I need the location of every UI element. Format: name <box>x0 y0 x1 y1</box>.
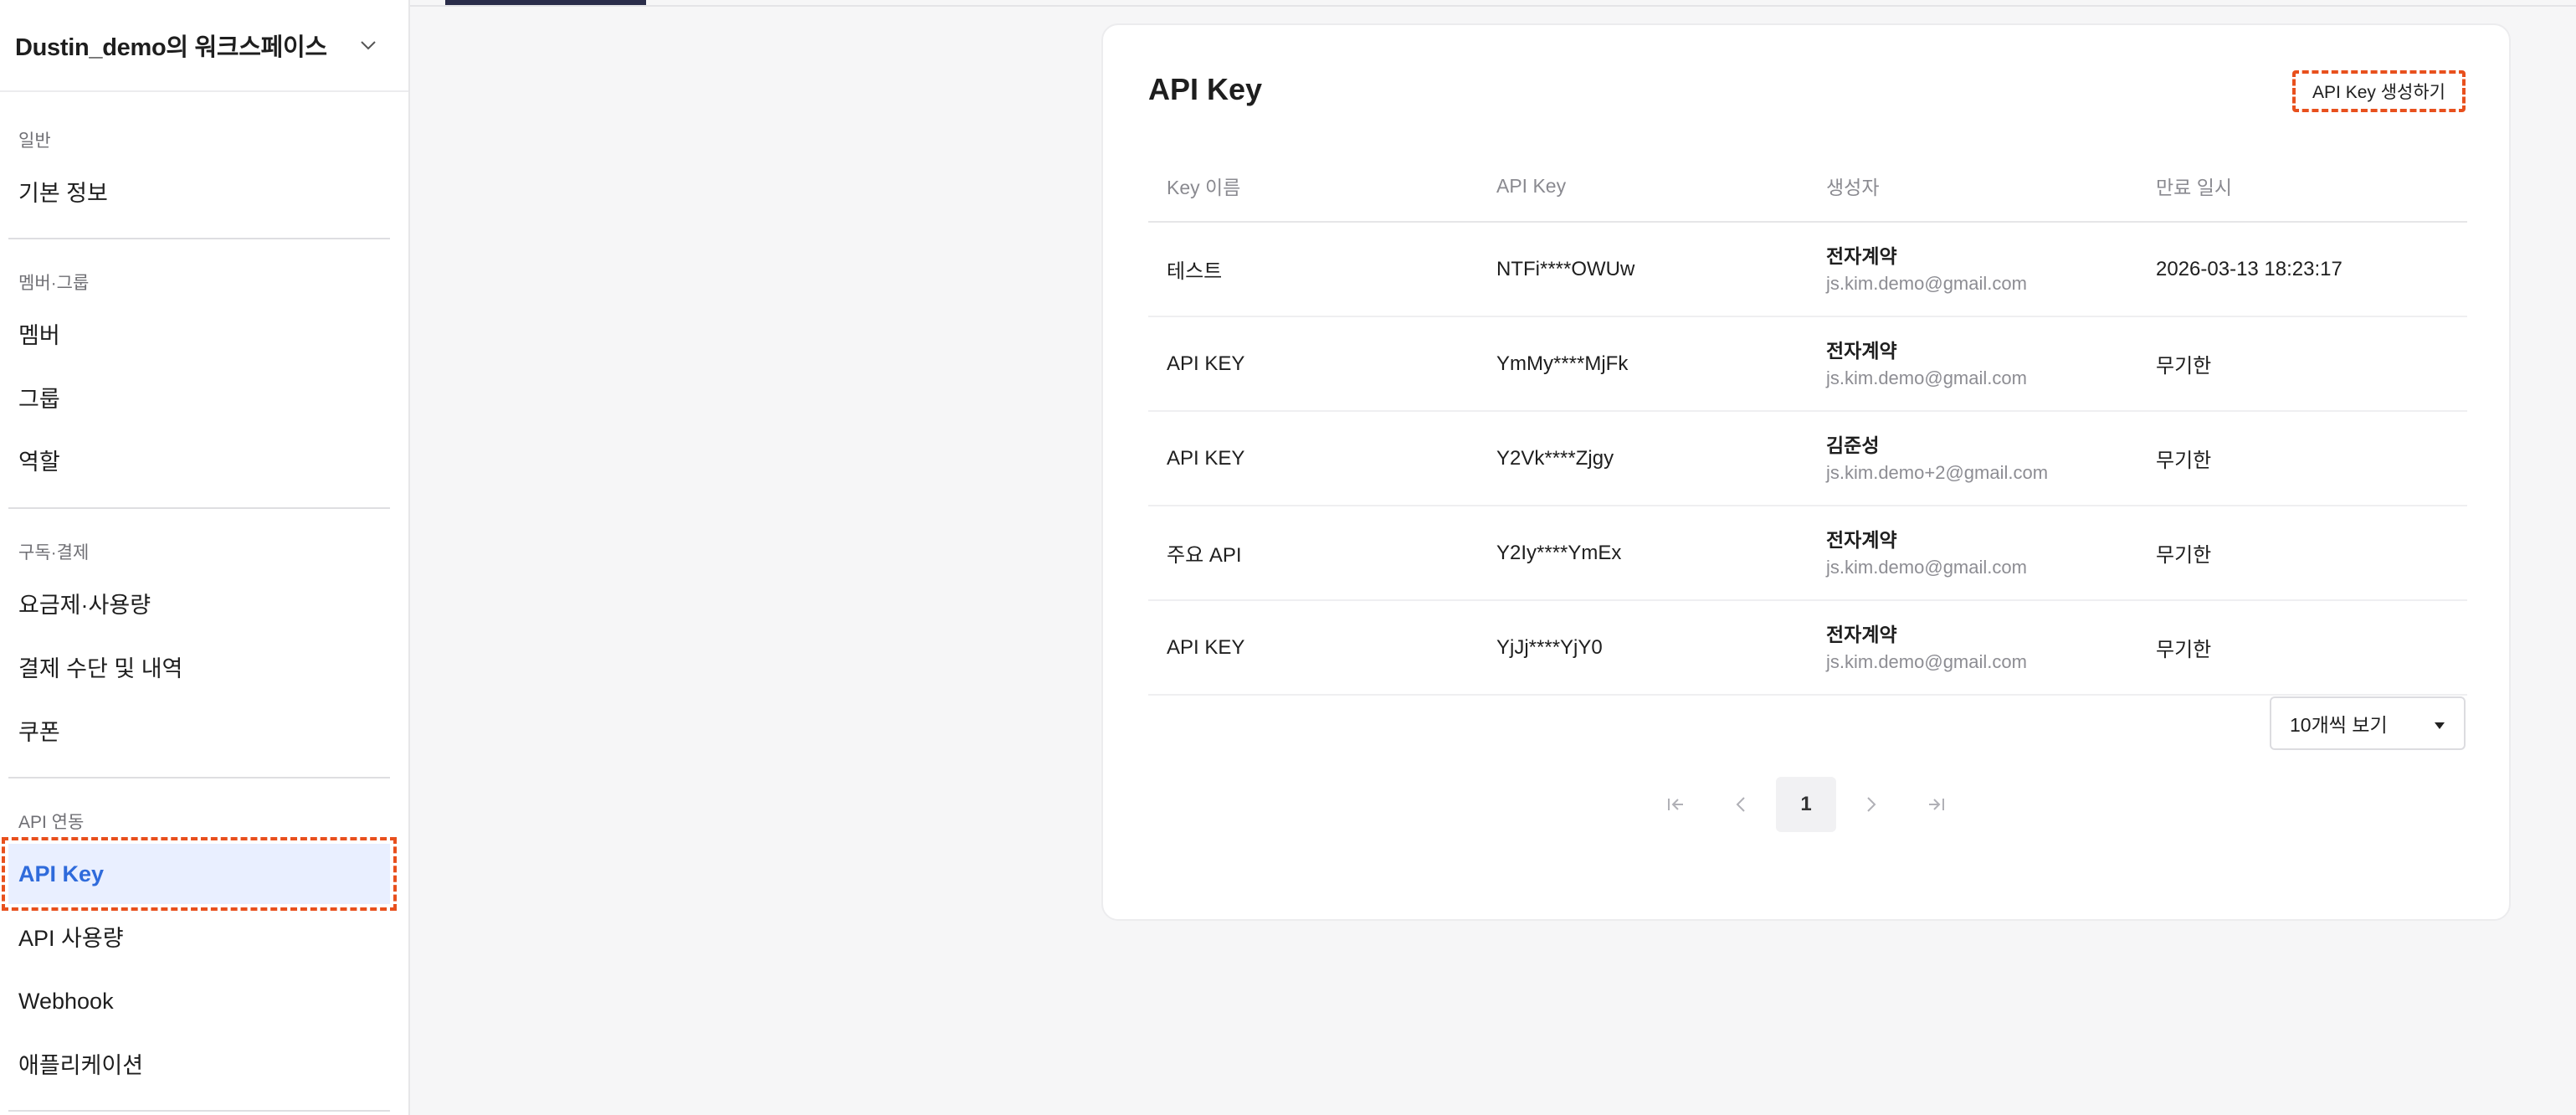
creator-cell: 전자계약 js.kim.demo@gmail.com <box>1808 620 2137 676</box>
api-key-cell: Y2Iy****YmEx <box>1496 541 1622 564</box>
sidebar-item-webhook[interactable]: Webhook <box>8 971 390 1031</box>
sidebar-item-basic-info[interactable]: 기본 정보 <box>8 161 390 221</box>
sidebar-item-applications[interactable]: 애플리케이션 <box>8 1033 390 1093</box>
section-label-billing: 구독·결제 <box>18 543 90 563</box>
sidebar-item-api-key[interactable]: API Key <box>2 837 397 911</box>
sidebar-item-label: Webhook <box>18 988 114 1014</box>
key-name-cell: API KEY <box>1167 352 1245 375</box>
sidebar-item-label: 애플리케이션 <box>18 1052 144 1078</box>
page-size-value: 10개씩 보기 <box>2290 714 2388 736</box>
active-tab-indicator <box>445 0 646 5</box>
expires-cell: 2026-03-13 18:23:17 <box>2156 257 2343 280</box>
sidebar-item-coupons[interactable]: 쿠폰 <box>8 700 390 760</box>
creator-cell: 전자계약 js.kim.demo@gmail.com <box>1808 242 2137 297</box>
sidebar-item-api-usage[interactable]: API 사용량 <box>8 906 390 966</box>
pagination: 1 <box>1103 777 2509 832</box>
section-label-general: 일반 <box>18 131 51 151</box>
sidebar-divider <box>8 1110 390 1112</box>
workspace-title: Dustin_demo의 워크스페이스 <box>15 34 327 61</box>
sidebar-item-label: 멤버 <box>18 322 60 348</box>
key-name-cell: 주요 API <box>1167 544 1242 567</box>
creator-name: 전자계약 <box>1826 528 1897 551</box>
sidebar-divider <box>8 777 390 778</box>
creator-email: js.kim.demo+2@gmail.com <box>1826 461 2049 483</box>
creator-email: js.kim.demo@gmail.com <box>1826 556 2027 578</box>
creator-name: 김준성 <box>1826 434 1880 456</box>
sidebar-divider <box>8 238 390 239</box>
creator-cell: 전자계약 js.kim.demo@gmail.com <box>1808 337 2137 392</box>
sidebar-item-label: API 사용량 <box>18 925 124 951</box>
key-name-cell: 테스트 <box>1167 260 1223 283</box>
api-key-cell: YjJj****YjY0 <box>1496 635 1603 659</box>
sidebar-item-label: 요금제·사용량 <box>18 592 151 618</box>
table-header: Key 이름 API Key 생성자 만료 일시 <box>1148 151 2467 223</box>
create-api-key-button[interactable]: API Key 생성하기 <box>2292 70 2466 112</box>
sidebar-item-plan-usage[interactable]: 요금제·사용량 <box>8 573 390 633</box>
creator-email: js.kim.demo@gmail.com <box>1826 367 2027 388</box>
table-row[interactable]: API KEY Y2Vk****Zjgy 김준성 js.kim.demo+2@g… <box>1148 412 2467 506</box>
sidebar-divider <box>8 507 390 509</box>
column-header-api-key: API Key <box>1496 174 1567 197</box>
api-key-cell: NTFi****OWUw <box>1496 257 1635 280</box>
creator-email: js.kim.demo@gmail.com <box>1826 272 2027 294</box>
column-header-key-name: Key 이름 <box>1167 177 1241 198</box>
table-row[interactable]: 주요 API Y2Iy****YmEx 전자계약 js.kim.demo@gma… <box>1148 506 2467 601</box>
expires-cell: 무기한 <box>2156 639 2212 661</box>
chevron-down-icon[interactable] <box>358 35 378 55</box>
caret-down-icon <box>2434 712 2445 735</box>
sidebar-item-label: 그룹 <box>18 386 60 412</box>
column-header-expires: 만료 일시 <box>2156 177 2233 198</box>
chevron-left-icon[interactable] <box>1711 777 1771 832</box>
sidebar-item-label: 기본 정보 <box>18 180 108 206</box>
creator-cell: 전자계약 js.kim.demo@gmail.com <box>1808 526 2137 581</box>
table-row[interactable]: API KEY YjJj****YjY0 전자계약 js.kim.demo@gm… <box>1148 601 2467 696</box>
api-key-card: API Key API Key 생성하기 Key 이름 API Key 생성자 … <box>1101 23 2511 921</box>
chevron-right-icon[interactable] <box>1841 777 1901 832</box>
last-page-icon[interactable] <box>1906 777 1967 832</box>
page-title: API Key <box>1148 72 1263 106</box>
sidebar-item-label: API Key <box>18 861 105 886</box>
expires-cell: 무기한 <box>2156 355 2212 378</box>
sidebar-item-groups[interactable]: 그룹 <box>8 367 390 427</box>
sidebar-item-payment-methods[interactable]: 결제 수단 및 내역 <box>8 636 390 696</box>
top-tab-bar <box>410 0 2576 7</box>
first-page-icon[interactable] <box>1645 777 1706 832</box>
api-key-cell: Y2Vk****Zjgy <box>1496 446 1614 470</box>
workspace-switcher[interactable]: Dustin_demo의 워크스페이스 <box>0 0 408 92</box>
expires-cell: 무기한 <box>2156 544 2212 567</box>
sidebar-item-label: 쿠폰 <box>18 719 60 745</box>
sidebar-item-label: 역할 <box>18 449 60 475</box>
page-1-button[interactable]: 1 <box>1776 777 1836 832</box>
api-key-cell: YmMy****MjFk <box>1496 352 1629 375</box>
section-label-members: 멤버·그룹 <box>18 274 90 293</box>
expires-cell: 무기한 <box>2156 450 2212 472</box>
creator-email: js.kim.demo@gmail.com <box>1826 650 2027 672</box>
page-size-select[interactable]: 10개씩 보기 <box>2270 696 2466 750</box>
table-row[interactable]: API KEY YmMy****MjFk 전자계약 js.kim.demo@gm… <box>1148 317 2467 412</box>
creator-name: 전자계약 <box>1826 244 1897 267</box>
creator-name: 전자계약 <box>1826 623 1897 645</box>
sidebar-item-members[interactable]: 멤버 <box>8 303 390 363</box>
creator-name: 전자계약 <box>1826 339 1897 362</box>
sidebar-item-roles[interactable]: 역할 <box>8 429 390 490</box>
api-key-table: Key 이름 API Key 생성자 만료 일시 테스트 NTFi****OWU… <box>1148 151 2467 696</box>
table-row[interactable]: 테스트 NTFi****OWUw 전자계약 js.kim.demo@gmail.… <box>1148 223 2467 317</box>
key-name-cell: API KEY <box>1167 446 1245 470</box>
column-header-creator: 생성자 <box>1826 177 1880 198</box>
sidebar-item-label: 결제 수단 및 내역 <box>18 655 183 681</box>
creator-cell: 김준성 js.kim.demo+2@gmail.com <box>1808 431 2137 486</box>
section-label-api: API 연동 <box>18 813 85 832</box>
key-name-cell: API KEY <box>1167 635 1245 659</box>
sidebar: Dustin_demo의 워크스페이스 일반 기본 정보 멤버·그룹 멤버 그룹… <box>0 0 410 1115</box>
